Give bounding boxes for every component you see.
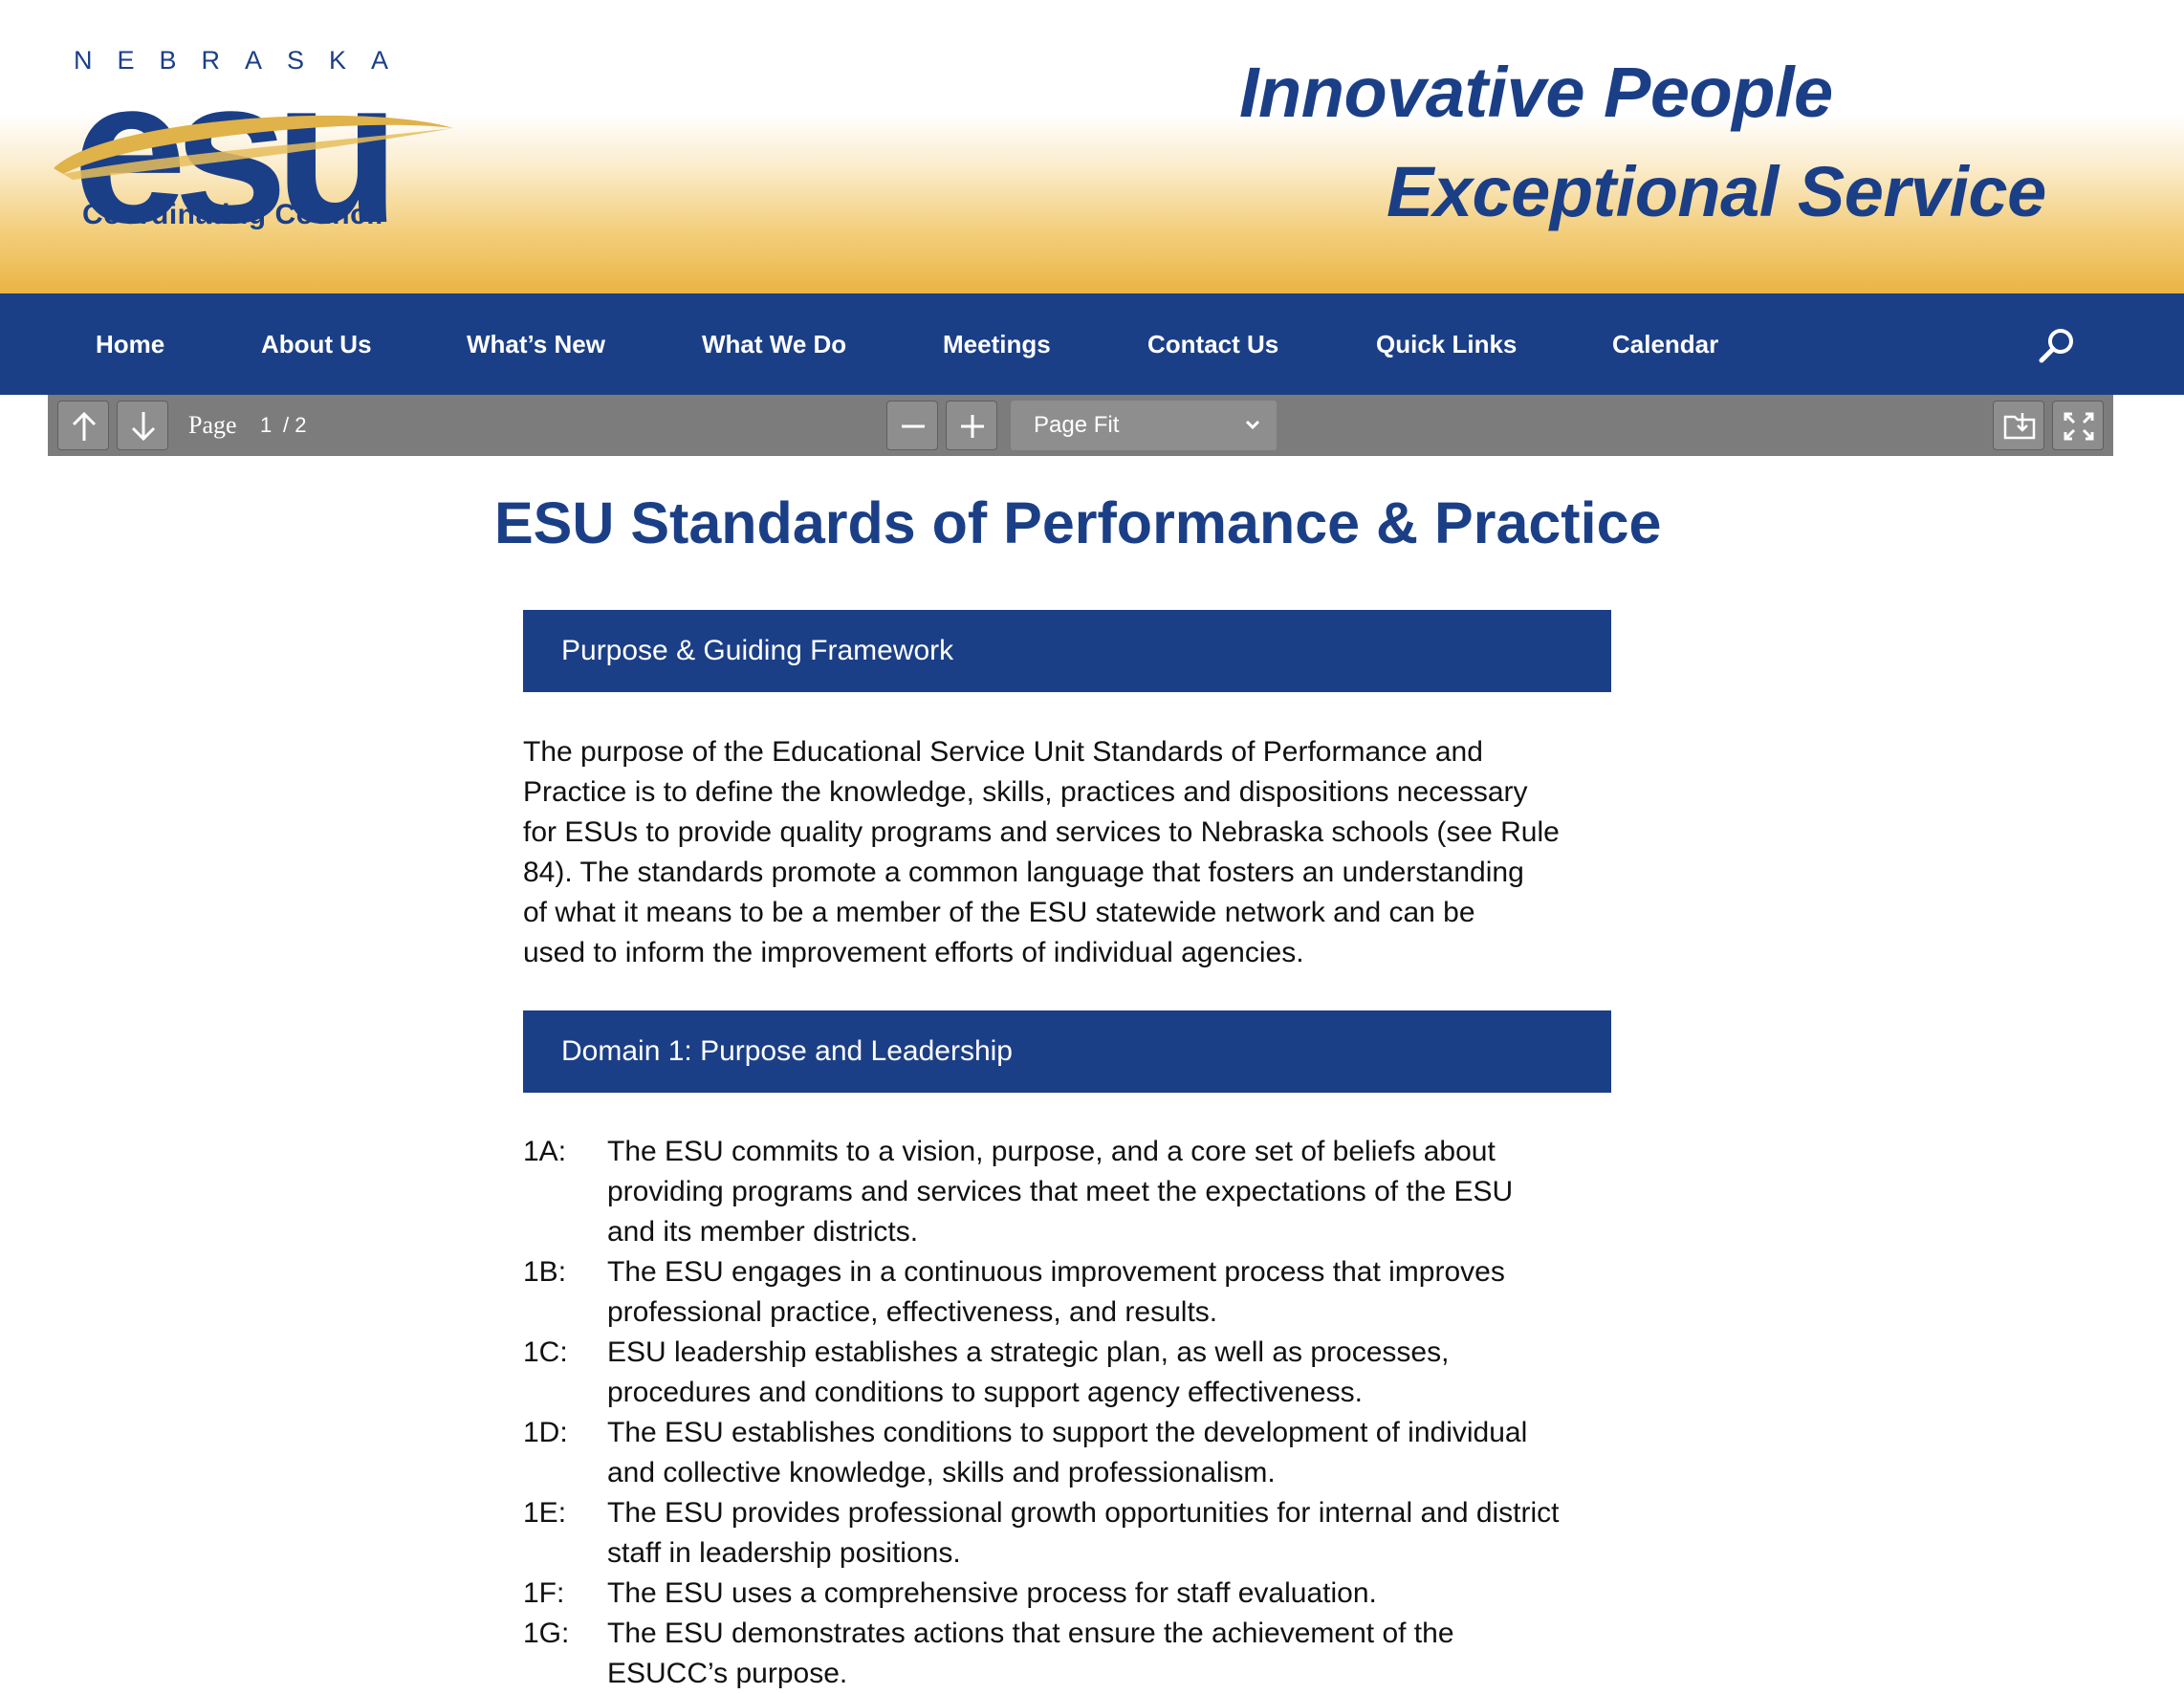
standard-item-1e: 1E: The ESU provides professional growth… [523,1493,1632,1574]
paragraph-line: The purpose of the Educational Service U… [523,736,1483,768]
standard-text-line: and collective knowledge, skills and pro… [607,1457,1276,1488]
standard-code: 1A: [523,1136,567,1167]
standard-item-1g: 1G: The ESU demonstrates actions that en… [523,1614,1632,1694]
standard-text-line: The ESU demonstrates actions that ensure… [607,1618,1454,1649]
purpose-paragraph: The purpose of the Educational Service U… [523,732,1632,973]
paragraph-line: for ESUs to provide quality programs and… [523,816,1560,848]
standard-item-1f: 1F: The ESU uses a comprehensive process… [523,1574,1632,1614]
fullscreen-icon [2064,412,2094,441]
site-header: NEBRASKA esu Coordinating Council Innova… [0,0,2184,293]
tagline-line-1: Innovative People [1239,53,1833,132]
search-icon[interactable] [2037,325,2077,365]
standard-code: 1D: [523,1417,568,1448]
standard-item-1d: 1D: The ESU establishes conditions to su… [523,1413,1632,1493]
nav-home[interactable]: Home [96,293,164,395]
standard-code: 1F: [523,1577,565,1609]
standard-text-line: professional practice, effectiveness, an… [607,1296,1218,1328]
main-nav: Home About Us What’s New What We Do Meet… [0,293,2184,395]
nav-quick-links[interactable]: Quick Links [1376,293,1517,395]
tagline-line-2: Exceptional Service [1387,152,2046,231]
paragraph-line: 84). The standards promote a common lang… [523,857,1524,888]
current-page-input[interactable]: 1 [260,395,272,456]
nav-contact-us[interactable]: Contact Us [1147,293,1278,395]
nav-what-we-do[interactable]: What We Do [702,293,846,395]
zoom-select-value: Page Fit [1034,412,1120,438]
standard-code: 1B: [523,1256,567,1288]
standard-text-line: staff in leadership positions. [607,1537,961,1569]
standard-code: 1C: [523,1336,568,1368]
standard-text-line: The ESU establishes conditions to suppor… [607,1417,1528,1448]
minus-icon [902,424,925,428]
total-pages: / 2 [283,413,307,437]
standard-text-line: The ESU engages in a continuous improvem… [607,1256,1505,1288]
logo-subtitle: Coordinating Council [82,199,383,230]
standard-text-line: The ESU commits to a vision, purpose, an… [607,1136,1496,1167]
paragraph-line: of what it means to be a member of the E… [523,897,1475,928]
standard-text-line: ESU leadership establishes a strategic p… [607,1336,1450,1368]
page-label: Page [188,411,237,439]
standard-text-line: procedures and conditions to support age… [607,1377,1363,1408]
paragraph-line: used to inform the improvement efforts o… [523,937,1304,968]
nav-whats-new[interactable]: What’s New [467,293,605,395]
next-page-button[interactable] [117,401,168,450]
zoom-out-button[interactable] [886,401,938,450]
zoom-select[interactable]: Page Fit [1011,401,1277,450]
previous-page-button[interactable] [57,401,109,450]
fullscreen-button[interactable] [2052,401,2104,450]
esu-logo[interactable]: NEBRASKA esu Coordinating Council [48,42,459,253]
zoom-in-button[interactable] [946,401,997,450]
download-button[interactable] [1993,401,2044,450]
plus-icon [961,415,984,438]
standard-text-line: ESUCC’s purpose. [607,1658,848,1689]
standard-text-line: and its member districts. [607,1216,919,1248]
section-heading-text: Purpose & Guiding Framework [561,635,954,666]
arrow-up-icon [72,411,97,441]
chevron-down-icon [1245,420,1260,430]
standard-text-line: The ESU uses a comprehensive process for… [607,1577,1377,1609]
paragraph-line: Practice is to define the knowledge, ski… [523,776,1528,808]
nav-meetings[interactable]: Meetings [943,293,1051,395]
arrow-down-icon [131,412,156,442]
standard-text-line: The ESU provides professional growth opp… [607,1497,1560,1529]
download-icon [2003,413,2036,440]
logo-swoosh-icon [54,115,453,180]
standard-code: 1E: [523,1497,567,1529]
section-heading-text: Domain 1: Purpose and Leadership [561,1035,1013,1067]
section-heading-purpose: Purpose & Guiding Framework [523,610,1611,692]
standards-list: 1A: The ESU commits to a vision, purpose… [523,1132,1632,1694]
standard-item-1a: 1A: The ESU commits to a vision, purpose… [523,1132,1632,1252]
standard-item-1b: 1B: The ESU engages in a continuous impr… [523,1252,1632,1333]
standard-item-1c: 1C: ESU leadership establishes a strateg… [523,1333,1632,1413]
pdf-viewer-toolbar: Page 1 / 2 Page Fit [48,395,2113,456]
nav-calendar[interactable]: Calendar [1612,293,1718,395]
section-heading-domain-1: Domain 1: Purpose and Leadership [523,1010,1611,1093]
standard-text-line: providing programs and services that mee… [607,1176,1514,1207]
document-title: ESU Standards of Performance & Practice [494,490,1662,555]
nav-about-us[interactable]: About Us [261,293,372,395]
standard-code: 1G: [523,1618,570,1649]
